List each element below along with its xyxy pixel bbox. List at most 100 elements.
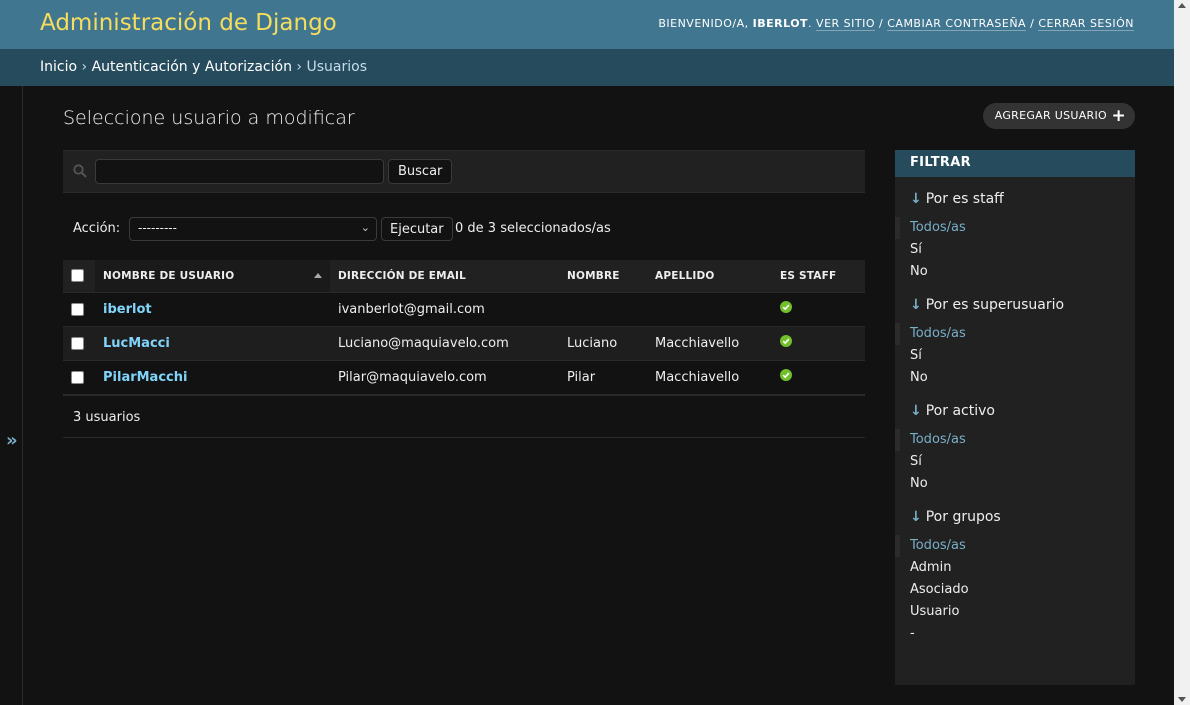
username-text: IBERLOT (752, 17, 809, 30)
first-name-cell: Luciano (559, 326, 647, 361)
first-name-cell: Pilar (559, 360, 647, 395)
row-select-cell (63, 292, 95, 327)
filter-option[interactable]: Admin (910, 557, 1120, 579)
breadcrumb: Inicio › Autenticación y Autorización › … (0, 49, 1174, 86)
filter-group-superuser: ↓ Por es superusuario Todos/as Sí No (895, 295, 1135, 389)
logout-link[interactable]: CERRAR SESIÓN (1038, 17, 1134, 31)
column-header-last-name[interactable]: APELLIDO (647, 260, 772, 293)
column-header-label: APELLIDO (655, 269, 715, 282)
filter-heading-label: Por activo (925, 403, 995, 419)
breadcrumb-home[interactable]: Inicio (40, 59, 77, 75)
chevron-down-icon: ⌄ (360, 221, 370, 234)
filter-option[interactable]: No (910, 367, 1120, 389)
select-all-header (63, 260, 95, 293)
table-row: iberlot ivanberlot@gmail.com (63, 292, 865, 327)
row-select-cell (63, 326, 95, 361)
arrow-down-icon: ↓ (910, 509, 922, 525)
column-header-username[interactable]: NOMBRE DE USUARIO (95, 260, 330, 293)
row-checkbox[interactable] (71, 302, 84, 316)
scrollbar[interactable] (1174, 0, 1190, 705)
filter-heading[interactable]: ↓ Por activo (910, 401, 1120, 421)
select-all-checkbox[interactable] (71, 269, 84, 283)
filter-option[interactable]: Usuario (910, 601, 1120, 623)
search-toolbar: Buscar (63, 150, 865, 193)
result-table: NOMBRE DE USUARIO DIRECCIÓN DE EMAIL NOM… (63, 260, 865, 395)
filter-option[interactable]: Todos/as (895, 323, 1120, 345)
scroll-up-icon[interactable] (1178, 3, 1186, 8)
search-button[interactable]: Buscar (388, 159, 453, 184)
filter-option[interactable]: Sí (910, 345, 1120, 367)
column-header-email[interactable]: DIRECCIÓN DE EMAIL (330, 260, 559, 293)
filter-title: FILTRAR (895, 150, 1135, 177)
username-link[interactable]: PilarMacchi (103, 370, 187, 385)
username-cell: LucMacci (95, 326, 330, 361)
site-title[interactable]: Administración de Django (40, 10, 337, 36)
run-action-button[interactable]: Ejecutar (381, 217, 453, 241)
search-input[interactable] (95, 159, 384, 184)
table-row: PilarMacchi Pilar@maquiavelo.com Pilar M… (63, 360, 865, 395)
column-header-label: NOMBRE (567, 269, 620, 282)
filter-heading[interactable]: ↓ Por es superusuario (910, 295, 1120, 315)
username-link[interactable]: LucMacci (103, 336, 170, 351)
filter-option[interactable]: Asociado (910, 579, 1120, 601)
action-label: Acción: (73, 221, 121, 236)
arrow-down-icon: ↓ (910, 403, 922, 419)
last-name-cell: Macchiavello (647, 360, 772, 395)
last-name-cell: Macchiavello (647, 326, 772, 361)
scroll-down-icon[interactable] (1178, 697, 1186, 702)
filter-option[interactable]: Todos/as (895, 535, 1120, 557)
row-checkbox[interactable] (71, 370, 84, 384)
column-header-label: NOMBRE DE USUARIO (103, 269, 235, 282)
arrow-down-icon: ↓ (910, 191, 922, 207)
filter-group-staff: ↓ Por es staff Todos/as Sí No (895, 189, 1135, 283)
check-circle-icon (780, 335, 792, 347)
filter-heading[interactable]: ↓ Por es staff (910, 189, 1120, 209)
breadcrumb-separator: › (81, 59, 88, 75)
breadcrumb-separator: › (296, 59, 303, 75)
actions-bar: Acción: --------- ⌄ Ejecutar 0 de 3 sele… (63, 193, 865, 249)
username-cell: iberlot (95, 292, 330, 327)
filter-option[interactable]: No (910, 261, 1120, 283)
filter-group-active: ↓ Por activo Todos/as Sí No (895, 401, 1135, 495)
change-password-link[interactable]: CAMBIAR CONTRASEÑA (887, 17, 1027, 31)
toggle-nav-sidebar-icon[interactable]: » (6, 430, 18, 451)
separator: . (808, 17, 813, 30)
action-selected-value: --------- (138, 221, 177, 235)
is-staff-cell (772, 360, 865, 395)
last-name-cell (647, 292, 772, 327)
username-link[interactable]: iberlot (103, 302, 152, 317)
column-header-is-staff[interactable]: ES STAFF (772, 260, 865, 293)
table-row: LucMacci Luciano@maquiavelo.com Luciano … (63, 326, 865, 361)
filter-option[interactable]: Todos/as (895, 217, 1120, 239)
email-cell: ivanberlot@gmail.com (330, 292, 559, 327)
filter-option[interactable]: Sí (910, 451, 1120, 473)
filter-heading-label: Por grupos (925, 509, 1001, 525)
filter-option[interactable]: Todos/as (895, 429, 1120, 451)
username-cell: PilarMacchi (95, 360, 330, 395)
arrow-down-icon: ↓ (910, 297, 922, 313)
add-user-label: AGREGAR USUARIO (994, 109, 1107, 122)
header: Administración de Django BIENVENIDO/A, I… (0, 0, 1174, 49)
filter-option[interactable]: No (910, 473, 1120, 495)
sort-ascending-icon[interactable] (314, 273, 322, 278)
add-user-button[interactable]: AGREGAR USUARIO + (982, 103, 1135, 129)
filter-panel: FILTRAR ↓ Por es staff Todos/as Sí No ↓ Po… (895, 150, 1135, 685)
check-circle-icon (780, 369, 792, 381)
breadcrumb-app[interactable]: Autenticación y Autorización (92, 59, 292, 75)
row-select-cell (63, 360, 95, 395)
filter-option[interactable]: Sí (910, 239, 1120, 261)
breadcrumb-current: Usuarios (306, 59, 367, 75)
row-checkbox[interactable] (71, 336, 84, 350)
changelist: Buscar Acción: --------- ⌄ Ejecutar 0 de… (63, 150, 865, 438)
filter-heading[interactable]: ↓ Por grupos (910, 507, 1120, 527)
filter-option[interactable]: - (910, 623, 1120, 645)
paginator: 3 usuarios (63, 394, 865, 438)
column-header-first-name[interactable]: NOMBRE (559, 260, 647, 293)
email-cell: Luciano@maquiavelo.com (330, 326, 559, 361)
action-select[interactable]: --------- ⌄ (129, 217, 377, 241)
view-site-link[interactable]: VER SITIO (816, 17, 876, 31)
separator: / (879, 17, 884, 30)
separator: / (1030, 17, 1035, 30)
check-circle-icon (780, 301, 792, 313)
filter-heading-label: Por es superusuario (925, 297, 1065, 313)
